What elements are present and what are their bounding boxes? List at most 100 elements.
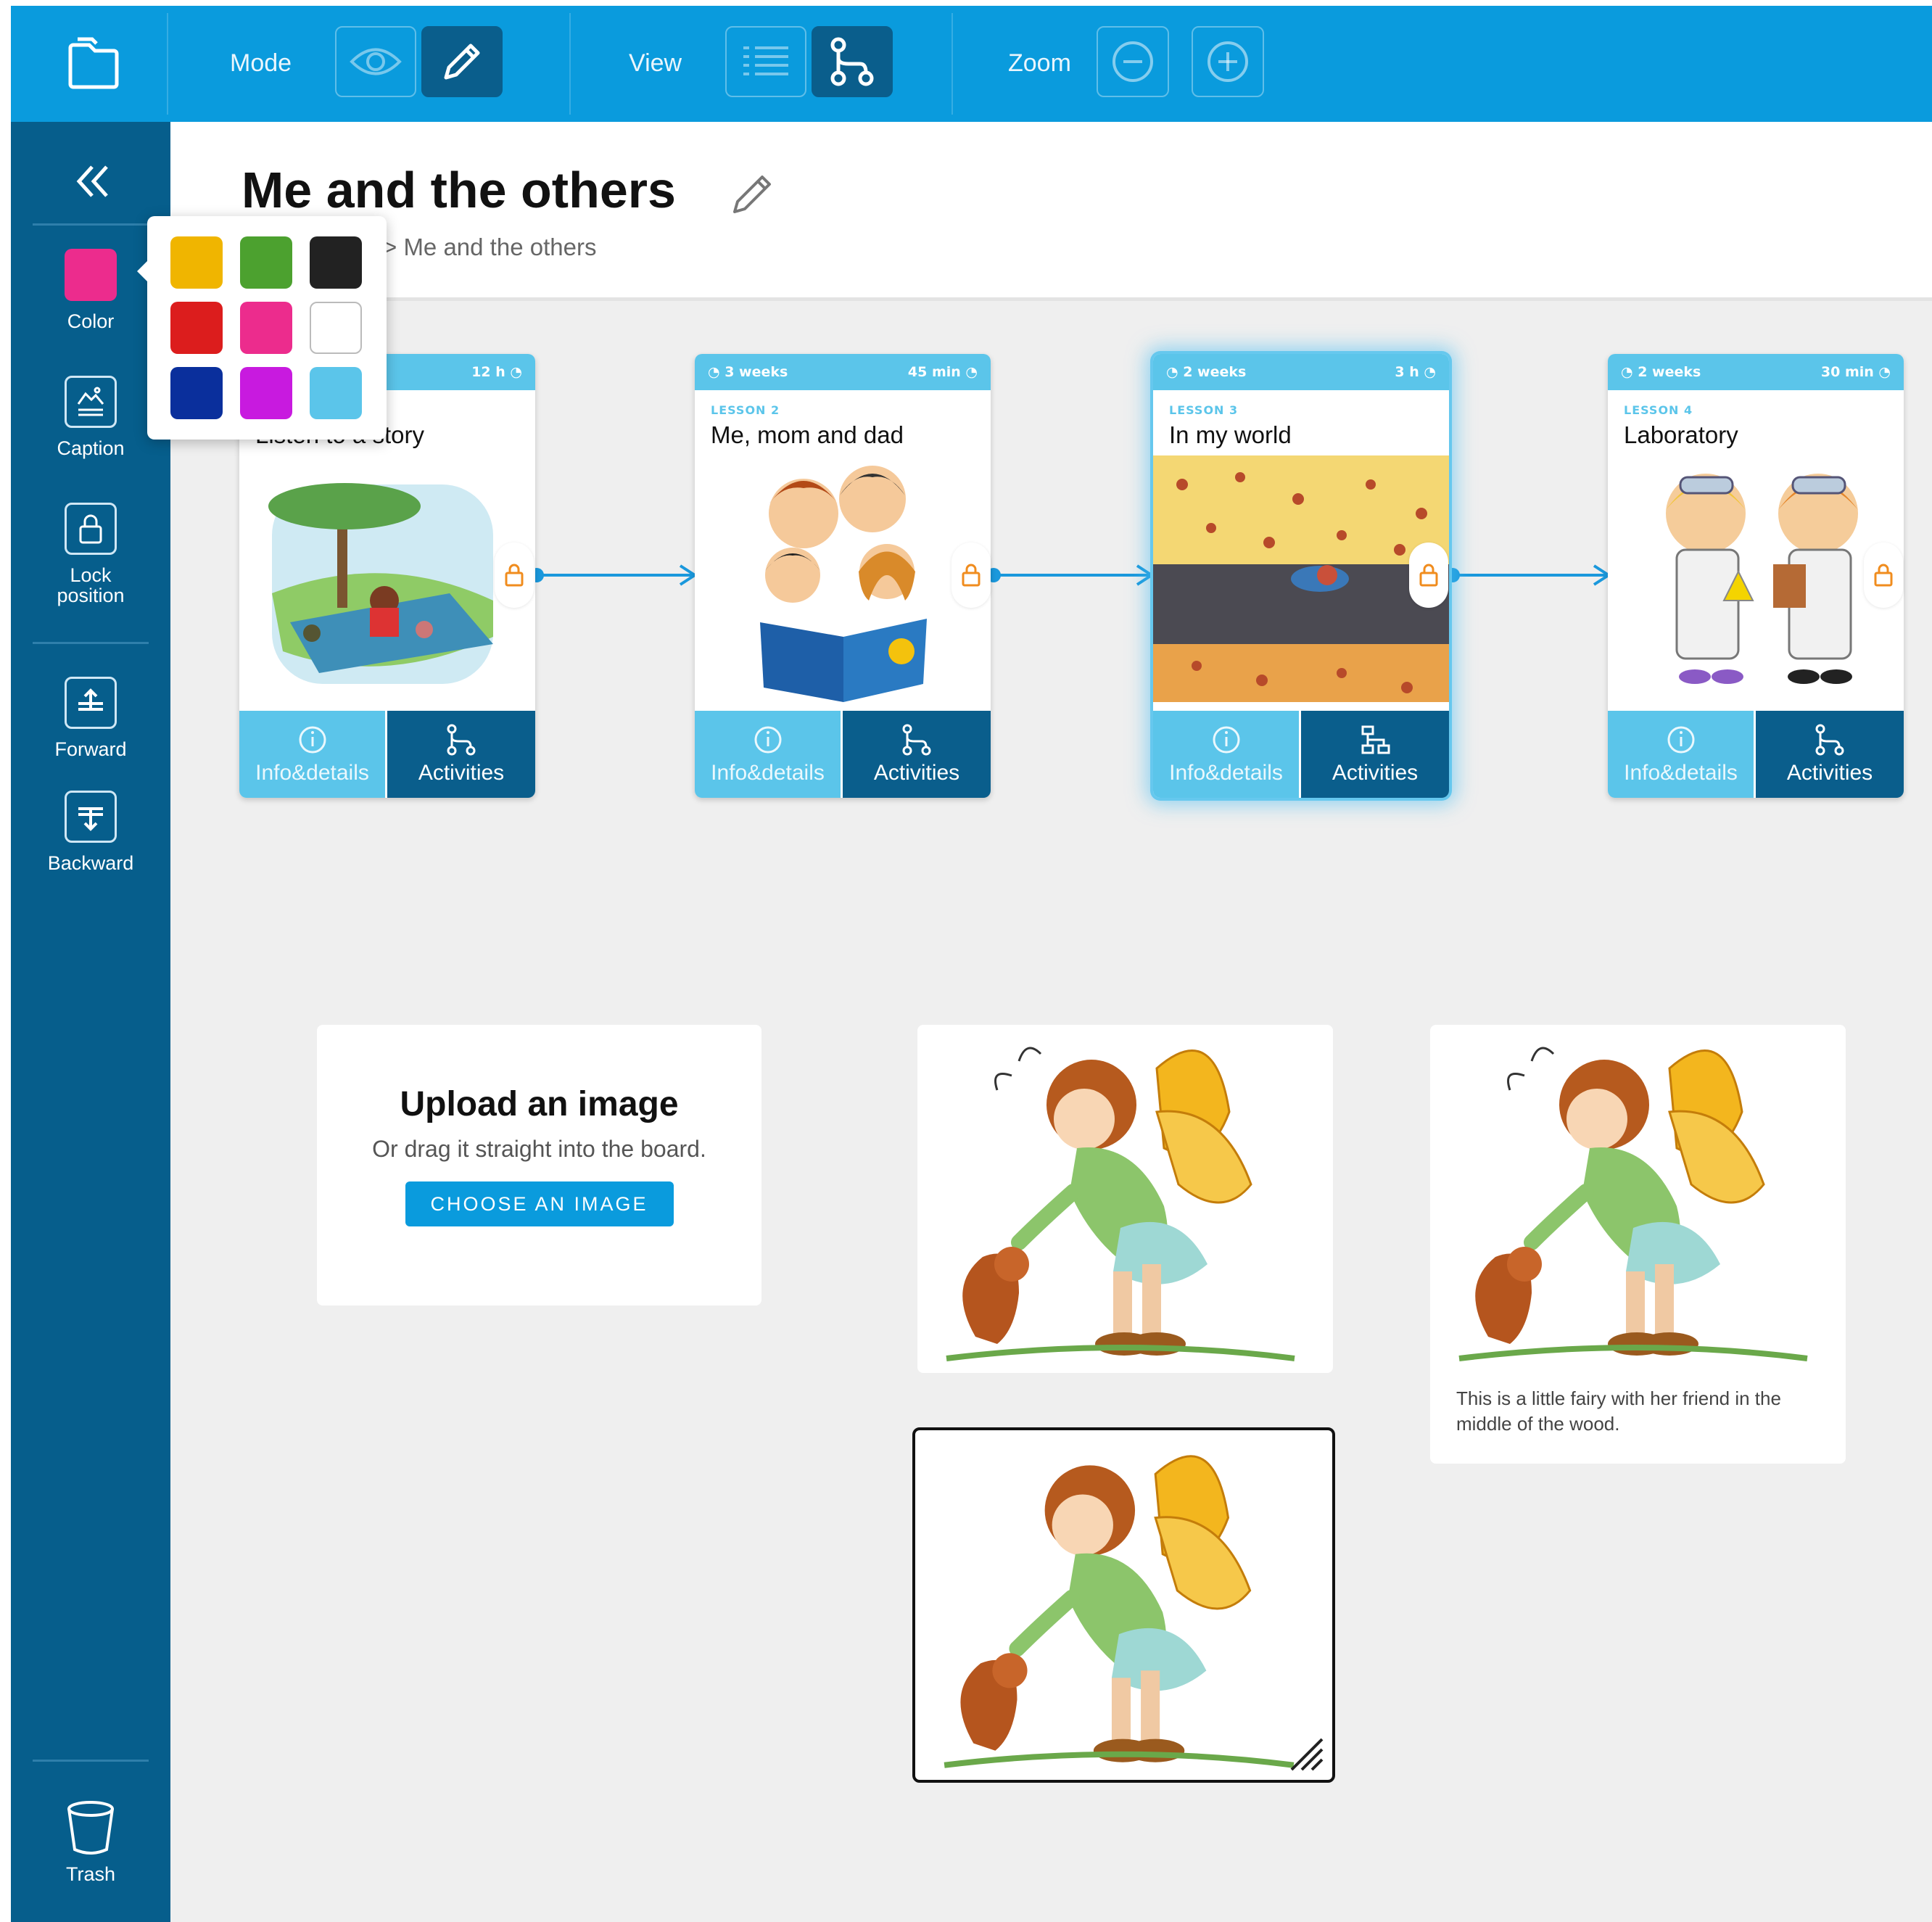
info-details-label: Info&details	[1624, 761, 1738, 785]
lesson-duration: ◔ 2 weeks	[1166, 364, 1247, 380]
color-swatch[interactable]	[170, 236, 223, 289]
picnic-illustration	[268, 483, 493, 684]
path-icon	[447, 724, 476, 756]
lesson-card-header: ◔ 2 weeks 30 min ◔	[1608, 354, 1904, 390]
path-icon	[902, 724, 931, 756]
lesson-number: LESSON 4	[1624, 403, 1693, 417]
lesson-card-footer: Info&details Activities	[239, 711, 535, 798]
forward-label: Forward	[54, 738, 127, 760]
image-caption-icon	[77, 387, 104, 416]
kids-scientists-illustration	[1666, 474, 1858, 684]
lesson-title: Laboratory	[1624, 421, 1738, 448]
color-swatch[interactable]	[240, 236, 292, 289]
color-swatch[interactable]	[240, 367, 292, 419]
trash-icon	[67, 1801, 114, 1855]
lock-icon	[962, 564, 981, 587]
lesson-card[interactable]: ◔ 2 weeks 3 h ◔ LESSON 3 In my world Inf…	[1153, 354, 1449, 798]
info-details-label: Info&details	[711, 761, 825, 785]
upload-title: Upload an image	[400, 1085, 679, 1123]
color-label: Color	[67, 310, 115, 332]
backward-icon-box	[65, 791, 117, 843]
lesson-title: In my world	[1169, 421, 1292, 448]
fairy-squirrel-illustration	[1458, 1047, 1808, 1361]
lesson-number: LESSON 3	[1169, 403, 1239, 417]
lock-toggle[interactable]	[1409, 543, 1448, 608]
image-card[interactable]	[917, 1025, 1333, 1373]
lesson-card[interactable]: ◔ 2 weeks 30 min ◔ LESSON 4 Laboratory I…	[1608, 354, 1904, 798]
sidebar-divider	[33, 642, 149, 644]
trash-tool[interactable]: Trash	[11, 1799, 170, 1884]
color-swatch[interactable]	[310, 302, 362, 354]
lock-toggle[interactable]	[951, 543, 991, 608]
choose-image-button[interactable]: CHOOSE AN IMAGE	[405, 1181, 674, 1226]
info-icon	[1667, 726, 1694, 754]
info-details-button[interactable]: Info&details	[695, 711, 843, 798]
color-swatch[interactable]	[170, 302, 223, 354]
lesson-card[interactable]: ◔ 3 weeks 45 min ◔ LESSON 2 Me, mom and …	[695, 354, 991, 798]
info-icon	[299, 726, 326, 754]
activities-label: Activities	[418, 761, 505, 785]
image-card-selected[interactable]	[912, 1427, 1335, 1783]
lesson-card-header: ◔ 3 weeks 45 min ◔	[695, 354, 991, 390]
sidebar-divider	[33, 1760, 149, 1762]
lock-icon	[79, 514, 102, 544]
lesson-card-footer: Info&details Activities	[1608, 711, 1904, 798]
caption-tool[interactable]: Caption	[11, 376, 170, 458]
double-chevron-left-icon	[76, 165, 108, 197]
lesson-title: Me, mom and dad	[711, 421, 904, 448]
lesson-time: 30 min ◔	[1820, 364, 1891, 380]
color-swatch[interactable]	[240, 302, 292, 354]
lesson-duration: ◔ 3 weeks	[708, 364, 788, 380]
resize-handle-icon[interactable]	[1284, 1732, 1325, 1773]
lock-position-label: Lock position	[57, 564, 125, 607]
activities-button[interactable]: Activities	[843, 711, 991, 798]
forward-icon-box	[65, 677, 117, 729]
lesson-card-footer: Info&details Activities	[695, 711, 991, 798]
lesson-time: 12 h ◔	[471, 364, 522, 380]
autumn-leaves-illustration	[1153, 455, 1449, 702]
lock-icon-box	[65, 503, 117, 555]
send-backward-tool[interactable]: Backward	[11, 791, 170, 873]
lesson-time: 3 h ◔	[1395, 364, 1436, 380]
color-swatch[interactable]	[310, 367, 362, 419]
lock-position-tool[interactable]: Lock position	[11, 503, 170, 606]
color-picker-popup	[137, 216, 387, 440]
lesson-duration: ◔ 2 weeks	[1621, 364, 1701, 380]
color-swatch[interactable]	[310, 236, 362, 289]
activities-label: Activities	[873, 761, 960, 785]
info-details-label: Info&details	[1169, 761, 1283, 785]
caption-icon-box	[65, 376, 117, 428]
lesson-time: 45 min ◔	[907, 364, 978, 380]
lesson-number: LESSON 2	[711, 403, 780, 417]
activities-button[interactable]: Activities	[387, 711, 535, 798]
backward-label: Backward	[47, 852, 134, 874]
image-card-with-caption[interactable]: This is a little fairy with her friend i…	[1430, 1025, 1846, 1464]
color-swatch[interactable]	[170, 367, 223, 419]
lesson-card-header: ◔ 2 weeks 3 h ◔	[1153, 354, 1449, 390]
info-details-button[interactable]: Info&details	[1153, 711, 1301, 798]
sidebar-divider	[33, 223, 149, 226]
current-color-swatch	[65, 249, 117, 301]
lock-toggle[interactable]	[495, 543, 534, 608]
image-caption[interactable]: This is a little fairy with her friend i…	[1456, 1386, 1833, 1437]
family-reading-illustration	[760, 466, 927, 702]
path-icon	[1815, 724, 1844, 756]
bring-forward-icon	[78, 688, 103, 711]
activities-button[interactable]: Activities	[1756, 711, 1904, 798]
fairy-squirrel-illustration	[946, 1047, 1295, 1361]
lock-icon	[1419, 564, 1438, 587]
info-details-button[interactable]: Info&details	[1608, 711, 1756, 798]
info-details-button[interactable]: Info&details	[239, 711, 387, 798]
popup-arrow	[137, 261, 147, 281]
info-icon	[1213, 726, 1239, 754]
info-details-label: Info&details	[255, 761, 369, 785]
trash-label: Trash	[65, 1863, 115, 1885]
activities-button[interactable]: Activities	[1301, 711, 1449, 798]
bring-forward-tool[interactable]: Forward	[11, 677, 170, 759]
upload-subtitle: Or drag it straight into the board.	[372, 1136, 706, 1162]
collapse-sidebar-button[interactable]	[69, 158, 115, 205]
activities-label: Activities	[1786, 761, 1873, 785]
lock-toggle[interactable]	[1864, 543, 1903, 608]
upload-image-card[interactable]: Upload an image Or drag it straight into…	[317, 1025, 761, 1306]
lesson-card-footer: Info&details Activities	[1153, 711, 1449, 798]
